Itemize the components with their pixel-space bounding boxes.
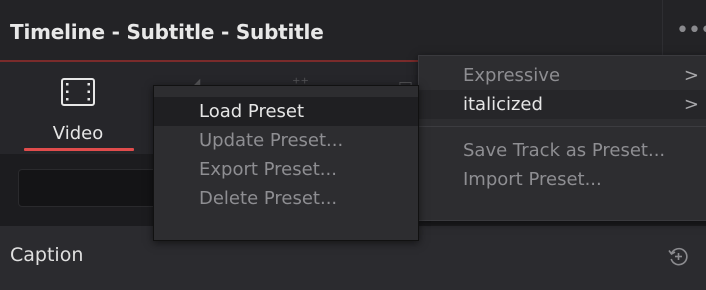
active-tab-indicator [24,148,134,151]
delete-preset-item[interactable]: Delete Preset... [154,184,418,213]
tab-video[interactable]: Video [22,62,134,154]
submenu-item-label: Expressive [463,65,561,86]
submenu-item-label: italicized [463,94,543,115]
caption-label: Caption [10,244,84,266]
panel-title: Timeline - Subtitle - Subtitle [10,20,324,44]
reset-icon[interactable] [666,244,690,268]
load-preset-item[interactable]: Load Preset [154,97,418,126]
menu-item-label: Update Preset... [199,130,344,151]
menu-item-label: Load Preset [199,101,305,122]
more-options-icon[interactable]: ••• [676,20,706,42]
update-preset-item[interactable]: Update Preset... [154,126,418,155]
chevron-right-icon: > [683,65,699,86]
menu-item-label: Export Preset... [199,159,337,180]
load-preset-submenu: Expressive > italicized > Save Track as … [418,55,706,221]
submenu-item-expressive[interactable]: Expressive > [419,61,706,90]
submenu-item-italicized[interactable]: italicized > [419,90,706,119]
preset-context-menu: Load Preset Update Preset... Export Pres… [153,85,419,241]
header-divider [662,0,663,62]
panel-header: Timeline - Subtitle - Subtitle ••• [0,0,706,62]
chevron-right-icon: > [683,94,699,115]
import-preset-item[interactable]: Import Preset... [419,165,706,194]
menu-item-label: Import Preset... [463,169,602,190]
film-icon [61,78,95,106]
export-preset-item[interactable]: Export Preset... [154,155,418,184]
tab-video-label: Video [52,123,104,144]
menu-item-label: Delete Preset... [199,188,338,209]
menu-item-label: Save Track as Preset... [463,140,666,161]
menu-separator [419,126,706,127]
save-track-as-preset-item[interactable]: Save Track as Preset... [419,136,706,165]
